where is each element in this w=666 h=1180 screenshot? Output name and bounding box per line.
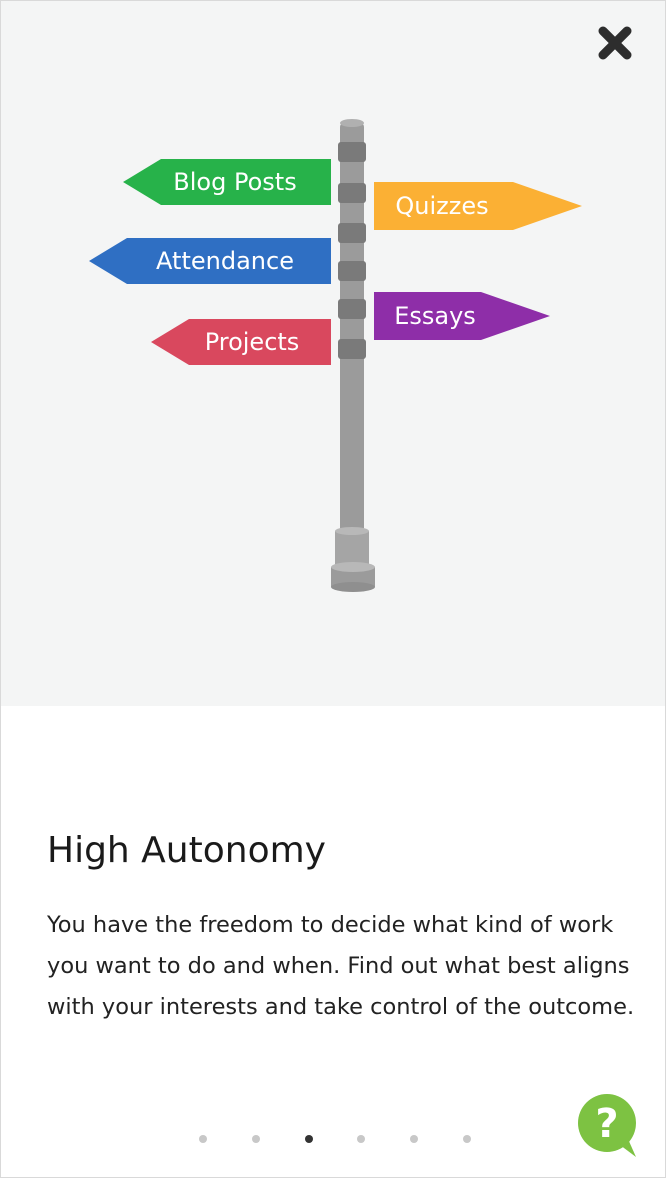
close-button[interactable] [593,21,637,65]
close-icon [598,26,632,60]
help-glyph: ? [595,1101,618,1147]
slide-title: High Autonomy [47,830,326,871]
sign-label-projects: Projects [204,328,300,356]
slide-description: You have the freedom to decide what kind… [47,912,635,1020]
sign-label-attendance: Attendance [156,247,294,275]
pagination-dots [1,1135,665,1147]
onboarding-card: Blog Posts Quizzes Attendance Essays Pro… [0,0,666,1178]
pager-dot-5[interactable] [410,1135,418,1143]
pager-dot-6[interactable] [463,1135,471,1143]
pager-dot-2[interactable] [252,1135,260,1143]
pager-dot-3-active[interactable] [305,1135,313,1143]
hero-illustration-area: Blog Posts Quizzes Attendance Essays Pro… [1,1,665,706]
sign-label-blog-posts: Blog Posts [173,168,297,196]
sign-label-quizzes: Quizzes [395,192,489,220]
help-button[interactable]: ? [576,1093,642,1159]
pager-dot-1[interactable] [199,1135,207,1143]
signpost-illustration [89,119,582,592]
help-question-icon: ? [578,1094,636,1157]
sign-label-essays: Essays [394,302,476,330]
signpost-base [335,531,369,567]
pager-dot-4[interactable] [357,1135,365,1143]
slide-content: High Autonomy You have the freedom to de… [47,827,637,1028]
